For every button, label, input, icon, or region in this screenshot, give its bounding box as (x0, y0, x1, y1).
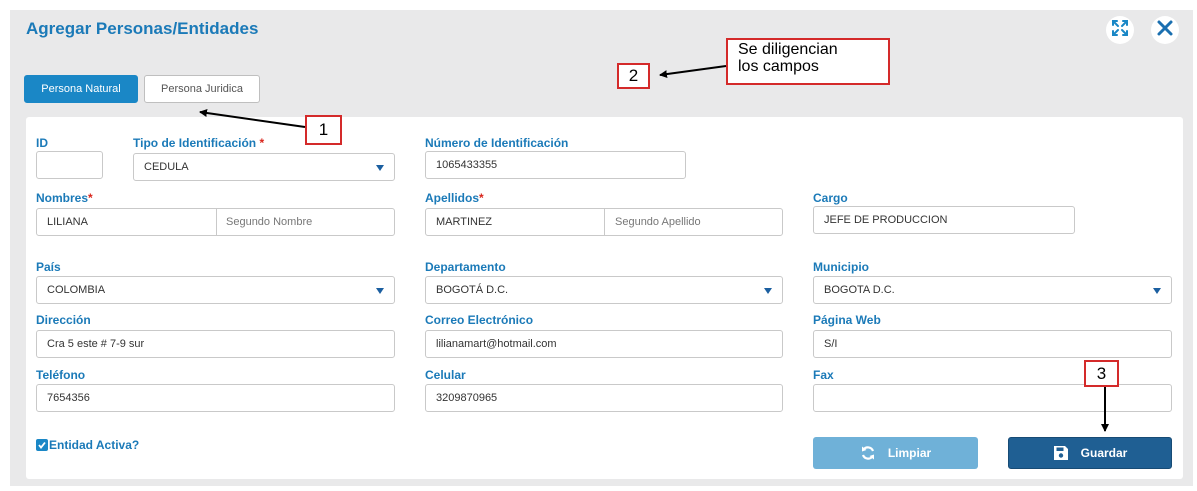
nombres-label: Nombres* (36, 191, 93, 205)
callout-3: 3 (1084, 360, 1119, 387)
dialog-title: Agregar Personas/Entidades (26, 19, 259, 38)
primer-apellido-input[interactable]: MARTINEZ (436, 216, 492, 228)
cargo-input[interactable]: JEFE DE PRODUCCION (813, 206, 1075, 234)
correo-label: Correo Electrónico (425, 313, 534, 327)
telefono-label: Teléfono (36, 368, 86, 382)
departamento-select[interactable]: BOGOTÁ D.C. (425, 276, 783, 304)
departamento-label: Departamento (425, 260, 506, 274)
fax-input[interactable] (813, 384, 1172, 412)
caret-down-icon (376, 165, 384, 171)
pais-select[interactable]: COLOMBIA (36, 276, 395, 304)
celular-input[interactable]: 3209870965 (425, 384, 783, 412)
cargo-label: Cargo (813, 191, 848, 205)
tipo-identificacion-select[interactable]: CEDULA (133, 153, 395, 181)
municipio-label: Municipio (813, 260, 869, 274)
segundo-apellido-input[interactable]: Segundo Apellido (615, 216, 701, 228)
tipo-identificacion-label: Tipo de Identificación * (133, 136, 265, 150)
caret-down-icon (764, 288, 772, 294)
tab-persona-juridica[interactable]: Persona Juridica (144, 75, 260, 103)
telefono-input[interactable]: 7654356 (36, 384, 395, 412)
refresh-icon (860, 445, 876, 461)
direccion-label: Dirección (36, 313, 91, 327)
nombres-divider (216, 209, 217, 235)
instruction-note: Se diligencian los campos (726, 38, 890, 85)
tab-persona-natural[interactable]: Persona Natural (24, 75, 138, 103)
apellidos-label: Apellidos* (425, 191, 484, 205)
entidad-activa-label: Entidad Activa? (49, 438, 140, 452)
municipio-select[interactable]: BOGOTA D.C. (813, 276, 1172, 304)
check-icon (36, 439, 48, 451)
caret-down-icon (1153, 288, 1161, 294)
expand-icon (1111, 19, 1129, 42)
apellidos-input-group: MARTINEZ Segundo Apellido (425, 208, 783, 236)
fax-label: Fax (813, 368, 834, 382)
apellidos-divider (604, 209, 605, 235)
pais-label: País (36, 260, 61, 274)
id-input[interactable] (36, 151, 103, 179)
close-button[interactable] (1151, 16, 1179, 44)
celular-label: Celular (425, 368, 466, 382)
id-label: ID (36, 136, 48, 150)
numero-identificacion-input[interactable]: 1065433355 (425, 151, 686, 179)
close-icon (1156, 19, 1174, 42)
pagina-web-input[interactable]: S/I (813, 330, 1172, 358)
nombres-input-group: LILIANA Segundo Nombre (36, 208, 395, 236)
caret-down-icon (376, 288, 384, 294)
pagina-web-label: Página Web (813, 313, 881, 327)
correo-input[interactable]: lilianamart@hotmail.com (425, 330, 783, 358)
expand-button[interactable] (1106, 16, 1134, 44)
segundo-nombre-input[interactable]: Segundo Nombre (226, 216, 312, 228)
limpiar-button[interactable]: Limpiar (813, 437, 978, 469)
callout-2: 2 (617, 63, 650, 89)
direccion-input[interactable]: Cra 5 este # 7-9 sur (36, 330, 395, 358)
guardar-button[interactable]: Guardar (1008, 437, 1172, 469)
numero-identificacion-label: Número de Identificación (425, 136, 569, 150)
primer-nombre-input[interactable]: LILIANA (47, 216, 88, 228)
save-icon (1053, 445, 1069, 461)
callout-1: 1 (305, 115, 342, 145)
entidad-activa-checkbox[interactable]: Entidad Activa? (36, 438, 139, 452)
